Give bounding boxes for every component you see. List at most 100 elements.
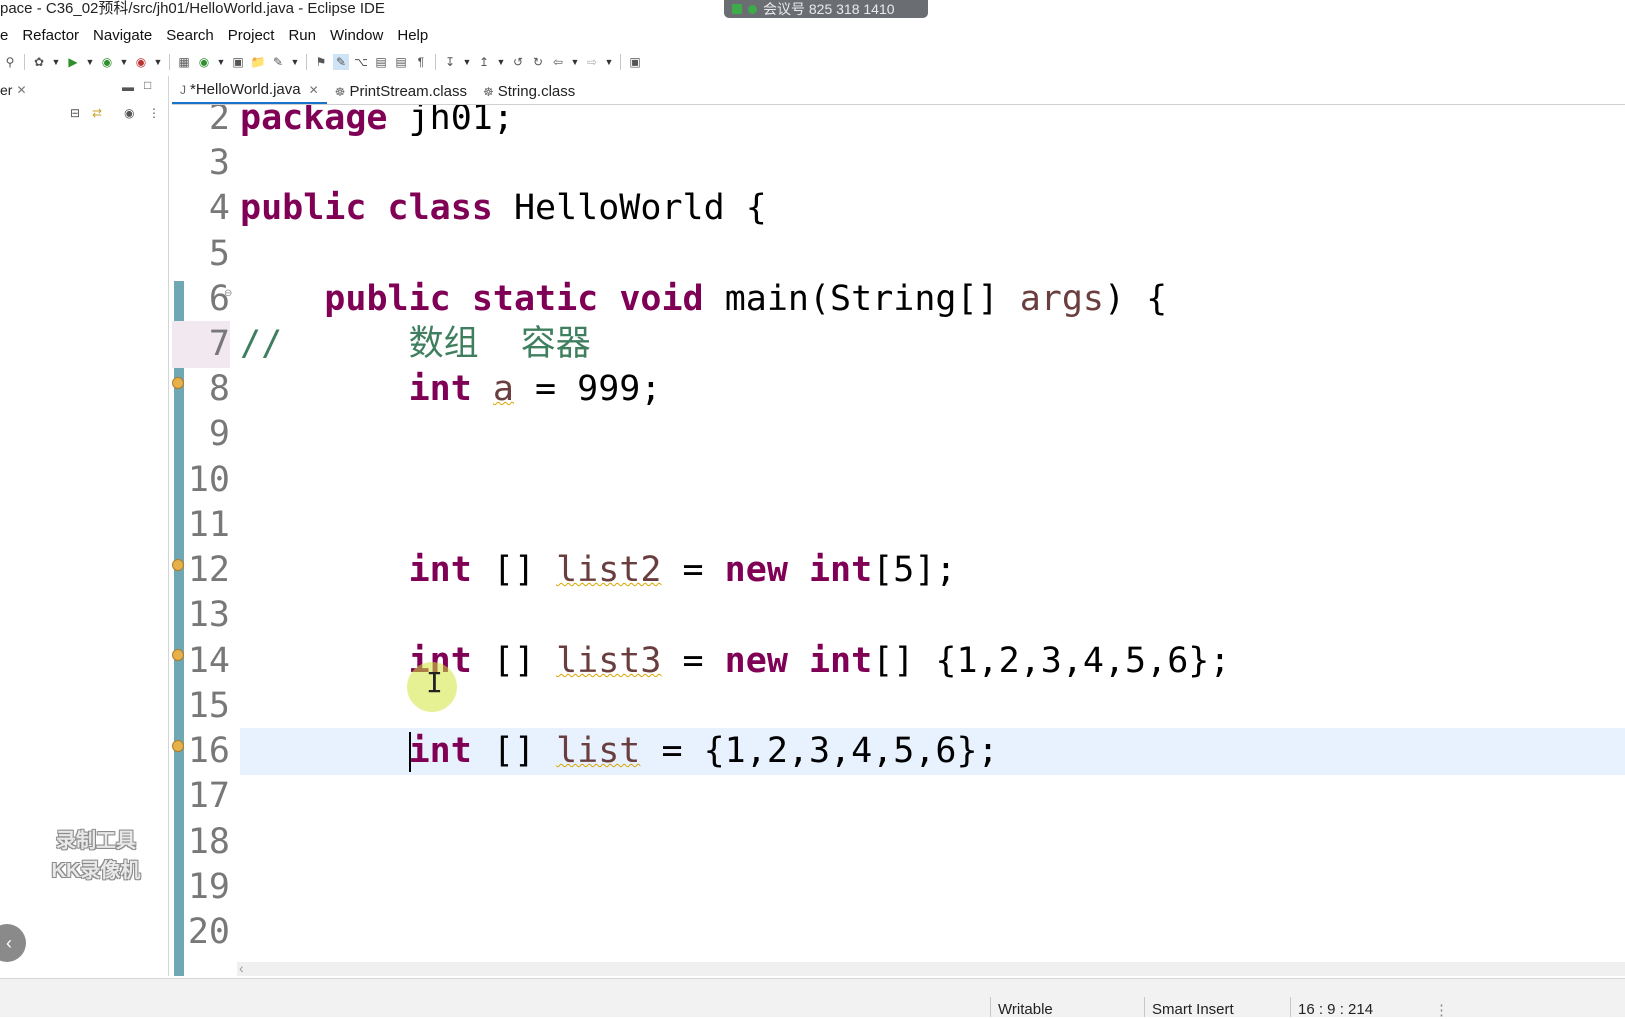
menu-run[interactable]: Run — [288, 27, 316, 44]
line-number: 14 — [187, 641, 230, 681]
chevron-down-icon[interactable]: ▼ — [604, 54, 614, 70]
warning-marker-icon[interactable] — [172, 559, 184, 571]
block-selection-icon[interactable]: ⌥ — [353, 54, 369, 70]
status-menu-icon[interactable]: ⋮ — [1434, 1001, 1449, 1019]
parameter: args — [1019, 279, 1104, 319]
meeting-overlay[interactable]: 会议号 825 318 1410 — [724, 0, 928, 18]
variable: list2 — [556, 550, 662, 590]
package-explorer-tab[interactable]: er ✕ — [0, 82, 27, 98]
warning-marker-icon[interactable] — [172, 649, 184, 661]
warning-marker-icon[interactable] — [172, 740, 184, 752]
external-tools-icon[interactable]: ◉ — [133, 54, 149, 70]
status-insert-mode[interactable]: Smart Insert — [1152, 1001, 1234, 1018]
minimize-icon[interactable]: ▬ — [122, 80, 134, 94]
code-line-2[interactable]: package jh01; — [240, 105, 1625, 142]
toolbar-separator — [620, 54, 621, 70]
watermark-line-1: 录制工具 — [56, 830, 136, 852]
chevron-down-icon[interactable]: ▼ — [119, 54, 129, 70]
whitespace-icon[interactable]: ▤ — [393, 54, 409, 70]
maximize-icon[interactable]: □ — [144, 78, 151, 92]
menu-project[interactable]: Project — [228, 27, 275, 44]
line-number: 5 — [208, 234, 230, 274]
open-folder-icon[interactable]: 📁 — [250, 54, 266, 70]
highlight-icon[interactable]: ✎ — [333, 54, 349, 70]
chevron-down-icon[interactable]: ▼ — [570, 54, 580, 70]
back-icon[interactable]: ⇦ — [550, 54, 566, 70]
line-number: 11 — [187, 505, 230, 545]
debug-icon[interactable]: ✿ — [31, 54, 47, 70]
status-bar: Writable Smart Insert 16 : 9 : 214 ⋮ — [0, 978, 1625, 1019]
toolbar-separator — [435, 54, 436, 70]
coverage-icon[interactable]: ◉ — [99, 54, 115, 70]
tab-label: String.class — [497, 83, 576, 100]
menu-bar: e Refactor Navigate Search Project Run W… — [0, 22, 1625, 48]
new-class-icon[interactable]: ◉ — [196, 54, 212, 70]
toolbar-separator — [169, 54, 170, 70]
code-text: jh01; — [387, 105, 514, 138]
scroll-left-icon[interactable]: ‹ — [239, 960, 244, 976]
open-perspective-icon[interactable]: ▣ — [627, 54, 643, 70]
chevron-down-icon[interactable]: ▼ — [496, 54, 506, 70]
menu-refactor[interactable]: Refactor — [22, 27, 79, 44]
pilcrow-icon[interactable]: ¶ — [413, 54, 429, 70]
run-icon[interactable]: ▶ — [65, 54, 81, 70]
edit-icon[interactable]: ✎ — [270, 54, 286, 70]
chevron-down-icon[interactable]: ▼ — [153, 54, 163, 70]
code-line-12[interactable]: int [] list2 = new int[5]; — [240, 547, 1625, 594]
close-icon[interactable]: ✕ — [16, 83, 26, 97]
last-edit-icon[interactable]: ↺ — [510, 54, 526, 70]
tab-printstream-class[interactable]: ☸ PrintStream.class — [327, 83, 475, 104]
forward-edit-icon[interactable]: ↻ — [530, 54, 546, 70]
search-icon[interactable]: ⚲ — [2, 54, 18, 70]
code-text: = {1,2,3,4,5,6}; — [640, 731, 999, 771]
keyword: int — [808, 550, 873, 590]
code-line-7[interactable]: // 数组 容器 — [240, 321, 1625, 368]
keyword: int — [408, 731, 472, 771]
menu-search[interactable]: Search — [166, 27, 214, 44]
word-wrap-icon[interactable]: ▤ — [373, 54, 389, 70]
menu-window[interactable]: Window — [330, 27, 383, 44]
next-annotation-icon[interactable]: ↧ — [442, 54, 458, 70]
code-line-16[interactable]: int [] list = {1,2,3,4,5,6}; — [240, 728, 1625, 775]
ibeam-cursor-icon: I — [426, 666, 443, 699]
menu-navigate[interactable]: Navigate — [93, 27, 152, 44]
code-line-8[interactable]: int a = 999; — [240, 366, 1625, 413]
filter-icon[interactable]: ◉ — [124, 106, 134, 120]
code-editor[interactable]: 2 3 4 5 6 7 8 9 10 11 12 13 14 15 16 17 … — [172, 105, 1625, 976]
tab-label: *HelloWorld.java — [190, 81, 301, 98]
code-text: [] {1,2,3,4,5,6}; — [872, 641, 1231, 681]
collapse-all-icon[interactable]: ⊟ — [70, 106, 80, 120]
chevron-down-icon[interactable]: ▼ — [51, 54, 61, 70]
link-editor-icon[interactable]: ⇄ — [92, 106, 102, 120]
prev-annotation-icon[interactable]: ↥ — [476, 54, 492, 70]
status-separator — [1290, 997, 1291, 1017]
forward-icon[interactable]: ⇨ — [584, 54, 600, 70]
chevron-down-icon[interactable]: ▼ — [85, 54, 95, 70]
menu-help[interactable]: Help — [397, 27, 428, 44]
fold-toggle-icon[interactable]: ⊖ — [224, 288, 232, 299]
status-cursor-position[interactable]: 16 : 9 : 214 — [1298, 1001, 1373, 1018]
horizontal-scrollbar[interactable]: ‹ — [237, 960, 1625, 976]
keyword: class — [387, 188, 493, 228]
chevron-down-icon[interactable]: ▼ — [290, 54, 300, 70]
chevron-down-icon[interactable]: ▼ — [462, 54, 472, 70]
code-line-6[interactable]: public static void main(String[] args) { — [240, 276, 1625, 323]
window-title: pace - C36_02预科/src/jh01/HelloWorld.java… — [0, 0, 385, 17]
tab-helloworld-java[interactable]: J *HelloWorld.java ✕ — [172, 81, 327, 104]
close-icon[interactable]: ✕ — [309, 83, 319, 97]
chevron-down-icon[interactable]: ▼ — [216, 54, 226, 70]
warning-marker-icon[interactable] — [172, 377, 184, 389]
tab-string-class[interactable]: ☸ String.class — [475, 83, 583, 104]
view-menu-icon[interactable]: ⋮ — [148, 106, 160, 120]
line-number: 18 — [187, 822, 230, 862]
open-type-icon[interactable]: ▣ — [230, 54, 246, 70]
annotation-icon[interactable]: ⚑ — [313, 54, 329, 70]
line-number: 13 — [187, 595, 230, 635]
menu-edit[interactable]: e — [0, 27, 8, 44]
code-line-4[interactable]: public class HelloWorld { — [240, 185, 1625, 232]
new-package-icon[interactable]: ▦ — [176, 54, 192, 70]
